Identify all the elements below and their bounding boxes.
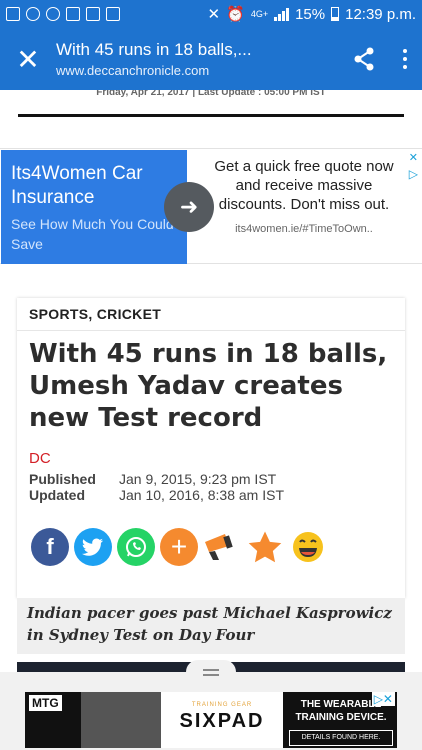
ad-link[interactable]: its4women.ie/#TimeToOwn.. — [214, 220, 394, 239]
speaker-icon[interactable] — [203, 528, 241, 566]
article-headline: With 45 runs in 18 balls, Umesh Yadav cr… — [29, 339, 388, 433]
article-meta: Published Jan 9, 2015, 9:23 pm IST Updat… — [29, 471, 284, 503]
browser-toolbar: ✕ With 45 runs in 18 balls,... www.decca… — [0, 28, 422, 90]
drag-handle-icon[interactable] — [186, 660, 236, 684]
published-value: Jan 9, 2015, 9:23 pm IST — [119, 471, 277, 487]
ad-brand-tag: MTG — [29, 695, 62, 711]
ad-training-gear: TRAINING GEAR — [191, 702, 253, 708]
article-card: SPORTS, CRICKET With 45 runs in 18 balls… — [17, 298, 405, 598]
ad-subtitle: See How Much You Could Save — [11, 216, 174, 252]
ad-title: Its4Women Car Insurance — [11, 163, 143, 208]
notification-icons — [6, 7, 120, 21]
arrow-right-icon[interactable]: ➜ — [164, 182, 214, 232]
ad-product-name: SIXPAD — [179, 710, 265, 732]
published-label: Published — [29, 471, 96, 487]
updated-value: Jan 10, 2016, 8:38 am IST — [119, 487, 284, 503]
whatsapp-icon[interactable] — [117, 528, 155, 566]
twitter-icon[interactable] — [74, 528, 112, 566]
plus-icon[interactable]: + — [160, 528, 198, 566]
ad-body-text: Get a quick free quote now and receive m… — [214, 158, 394, 213]
updated-label: Updated — [29, 487, 85, 503]
facebook-icon[interactable]: f — [31, 528, 69, 566]
ad-product-image — [81, 692, 161, 748]
game-icon — [86, 7, 100, 21]
article-subheadline: Indian pacer goes past Michael Kasprowic… — [17, 598, 405, 654]
sync-icon — [46, 7, 60, 21]
gallery-icon — [6, 7, 20, 21]
adchoices-icon[interactable]: ▷ — [409, 167, 418, 181]
category-divider — [17, 330, 405, 331]
more-vert-icon[interactable] — [388, 28, 422, 90]
page-title: With 45 runs in 18 balls,... — [56, 40, 252, 59]
divider — [18, 114, 404, 117]
close-icon[interactable]: ✕ — [0, 28, 56, 90]
page-url: www.deccanchronicle.com — [56, 63, 210, 78]
share-bar: f + — [31, 528, 327, 566]
status-bar: ✕ ⏰ 4G+ 15% 12:39 p.m. — [0, 0, 422, 28]
mute-icon: ✕ — [207, 6, 221, 23]
ad-left-panel[interactable]: Its4Women Car Insurance See How Much You… — [1, 150, 187, 264]
alarm-icon: ⏰ — [226, 6, 245, 23]
battery-percent: 15% — [295, 5, 326, 23]
usb-icon — [26, 7, 40, 21]
battery-icon — [331, 7, 340, 21]
message-icon — [66, 7, 80, 21]
clock: 12:39 p.m. — [345, 5, 416, 23]
download-icon — [106, 7, 120, 21]
laugh-emoji-icon[interactable] — [289, 528, 327, 566]
bottom-ad-container: MTG TRAINING GEAR SIXPAD THE WEARABLE TR… — [0, 660, 422, 750]
ad-close-icon[interactable]: ✕ — [409, 151, 418, 164]
ad-product: TRAINING GEAR SIXPAD — [161, 692, 283, 748]
sixpad-ad[interactable]: MTG TRAINING GEAR SIXPAD THE WEARABLE TR… — [25, 692, 397, 748]
toolbar-text: With 45 runs in 18 balls,... www.deccanc… — [56, 40, 340, 78]
article-category[interactable]: SPORTS, CRICKET — [29, 306, 161, 322]
article-author[interactable]: DC — [29, 450, 51, 467]
signal-icon — [274, 7, 290, 21]
share-icon[interactable] — [340, 28, 388, 90]
system-status: ✕ ⏰ 4G+ 15% 12:39 p.m. — [207, 5, 416, 24]
ad-body[interactable]: Get a quick free quote now and receive m… — [214, 157, 394, 239]
star-icon[interactable] — [246, 528, 284, 566]
ad-close-icon[interactable]: ▷✕ — [371, 692, 395, 706]
screen: ✕ ⏰ 4G+ 15% 12:39 p.m. ✕ With 45 runs in… — [0, 0, 422, 750]
network-type: 4G+ — [250, 8, 269, 19]
dateline: Friday, Apr 21, 2017 | Last Update : 05:… — [96, 90, 326, 98]
ad-cta-button[interactable]: DETAILS FOUND HERE. — [289, 730, 393, 746]
